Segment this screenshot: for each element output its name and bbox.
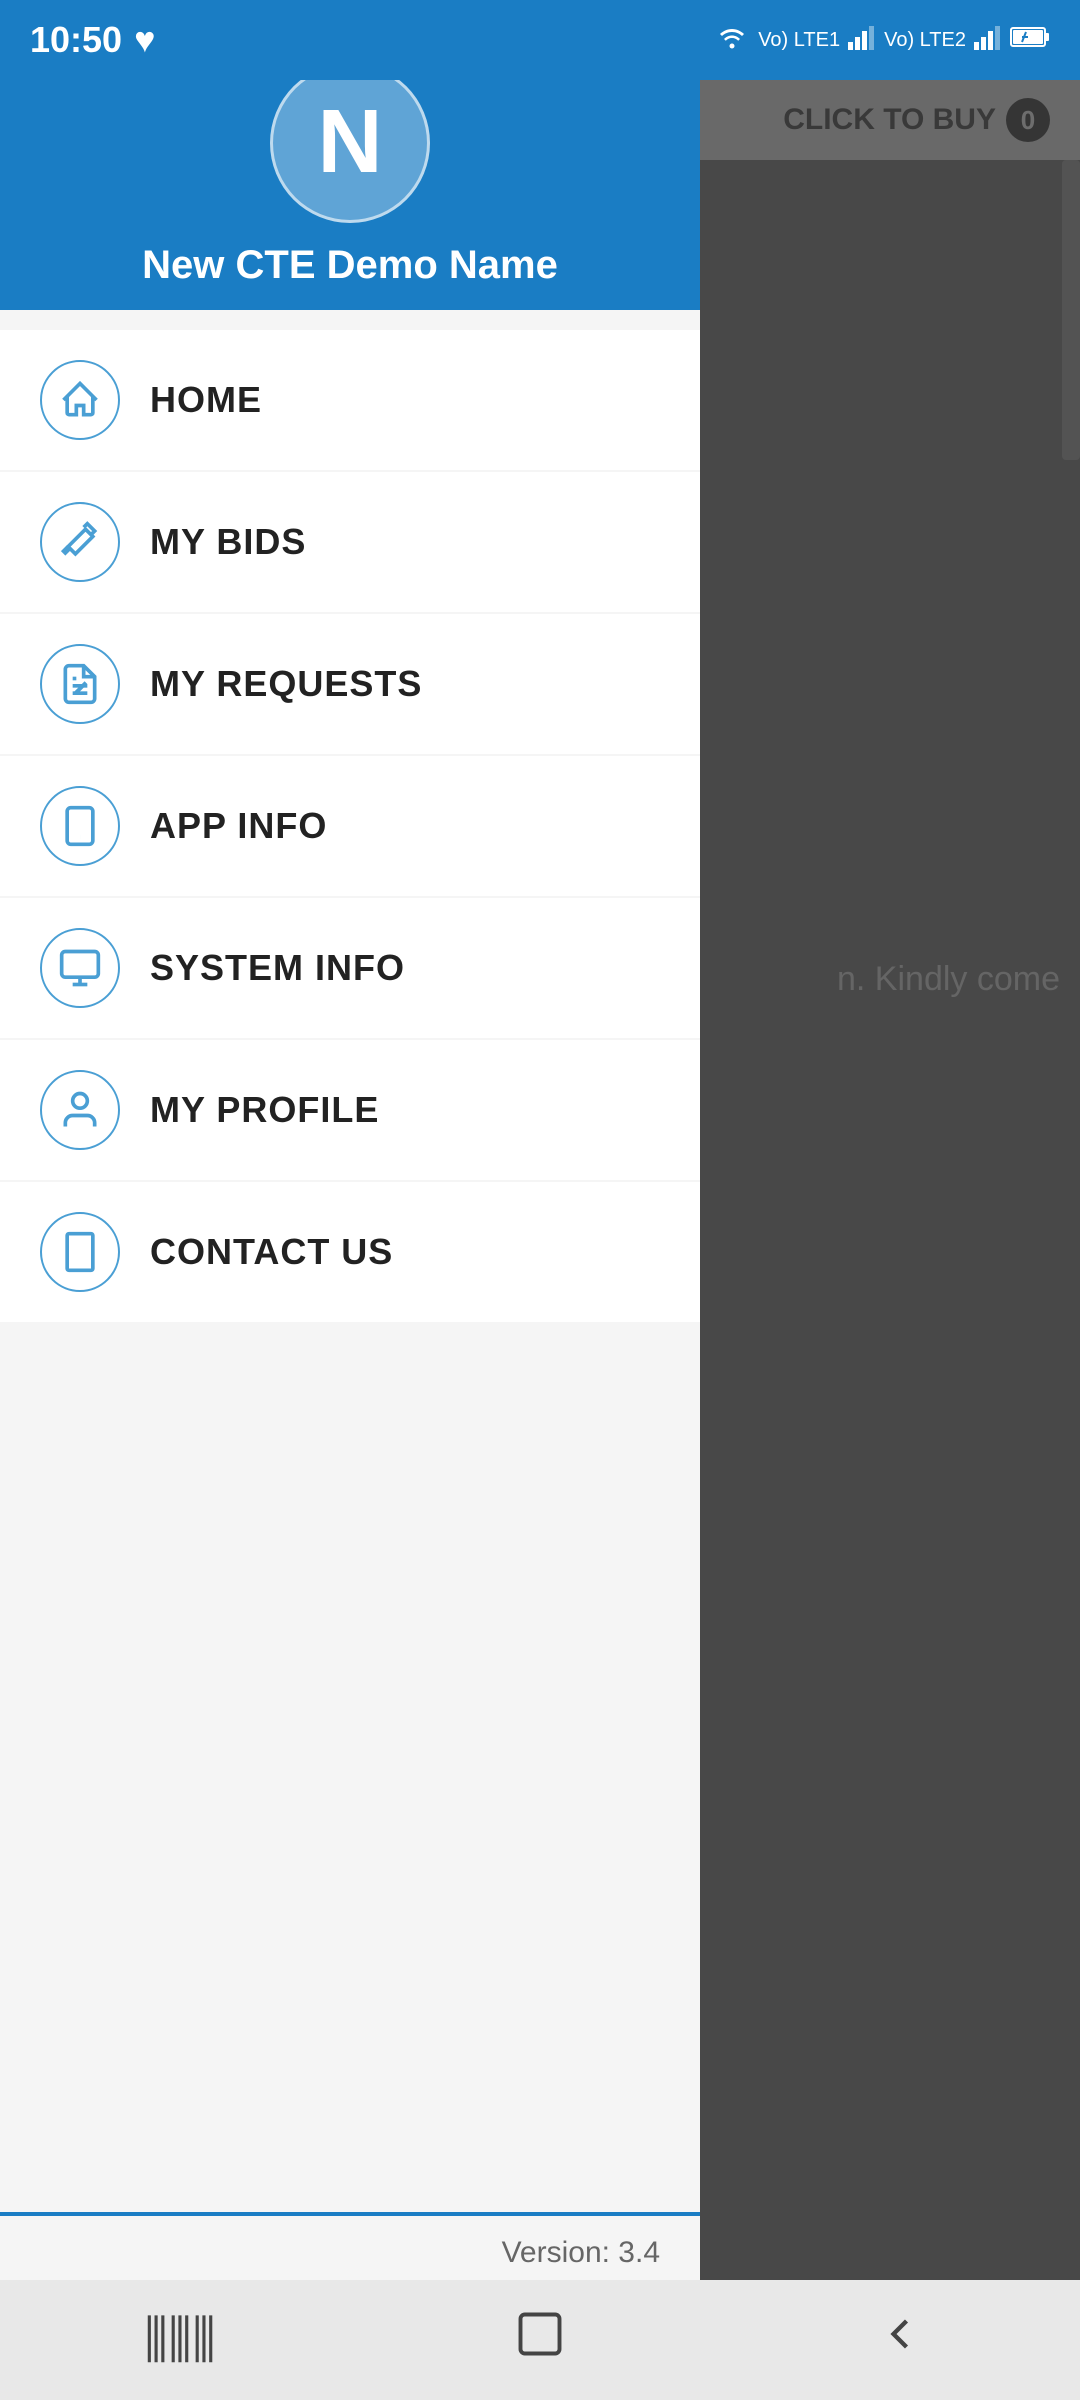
drawer-menu: HOME MY BIDS xyxy=(0,310,700,2212)
sidebar-item-home[interactable]: HOME xyxy=(0,330,700,470)
nav-menu-icon: ⫼⫼⫼ xyxy=(144,2310,216,2371)
status-time-area: 10:50 ♥ xyxy=(30,19,155,61)
status-bar: 10:50 ♥ Vo) LTE1 Vo) LTE2 xyxy=(0,0,1080,80)
signal1-icon xyxy=(848,24,876,56)
nav-back-button[interactable] xyxy=(840,2300,960,2380)
sidebar-item-my-bids[interactable]: MY BIDS xyxy=(0,472,700,612)
my-requests-label: MY REQUESTS xyxy=(150,663,422,705)
home-icon xyxy=(40,360,120,440)
home-label: HOME xyxy=(150,379,262,421)
nav-menu-button[interactable]: ⫼⫼⫼ xyxy=(120,2300,240,2380)
nav-back-icon xyxy=(874,2308,926,2373)
sidebar-item-app-info[interactable]: APP INFO xyxy=(0,756,700,896)
version-footer: Version: 3.4 xyxy=(0,2212,700,2290)
version-text: Version: 3.4 xyxy=(502,2236,660,2269)
file-edit-icon xyxy=(40,644,120,724)
heart-icon: ♥ xyxy=(134,19,155,61)
sidebar-item-system-info[interactable]: SYSTEM INFO xyxy=(0,898,700,1038)
battery-icon xyxy=(1010,24,1050,56)
signal2-icon xyxy=(974,24,1002,56)
hammer-icon xyxy=(40,502,120,582)
sidebar-item-my-requests[interactable]: MY REQUESTS xyxy=(0,614,700,754)
phone-grid-icon xyxy=(40,1212,120,1292)
my-profile-label: MY PROFILE xyxy=(150,1089,379,1131)
drawer: N New CTE Demo Name HOME xyxy=(0,0,700,2400)
sidebar-item-contact-us[interactable]: CONTACT US xyxy=(0,1182,700,1322)
status-time: 10:50 xyxy=(30,19,122,61)
system-info-label: SYSTEM INFO xyxy=(150,947,405,989)
wifi-icon xyxy=(714,24,750,56)
monitor-icon xyxy=(40,928,120,1008)
lte1-label: Vo) LTE1 xyxy=(758,29,840,52)
nav-home-icon xyxy=(514,2308,566,2373)
user-name: New CTE Demo Name xyxy=(142,243,558,288)
my-bids-label: MY BIDS xyxy=(150,521,306,563)
user-icon xyxy=(40,1070,120,1150)
nav-bar: ⫼⫼⫼ xyxy=(0,2280,1080,2400)
contact-us-label: CONTACT US xyxy=(150,1231,393,1273)
avatar: N xyxy=(270,63,430,223)
status-icons: Vo) LTE1 Vo) LTE2 xyxy=(714,24,1050,56)
app-info-label: APP INFO xyxy=(150,805,327,847)
nav-home-button[interactable] xyxy=(480,2300,600,2380)
sidebar-item-my-profile[interactable]: MY PROFILE xyxy=(0,1040,700,1180)
smartphone-icon xyxy=(40,786,120,866)
lte2-label: Vo) LTE2 xyxy=(884,29,966,52)
